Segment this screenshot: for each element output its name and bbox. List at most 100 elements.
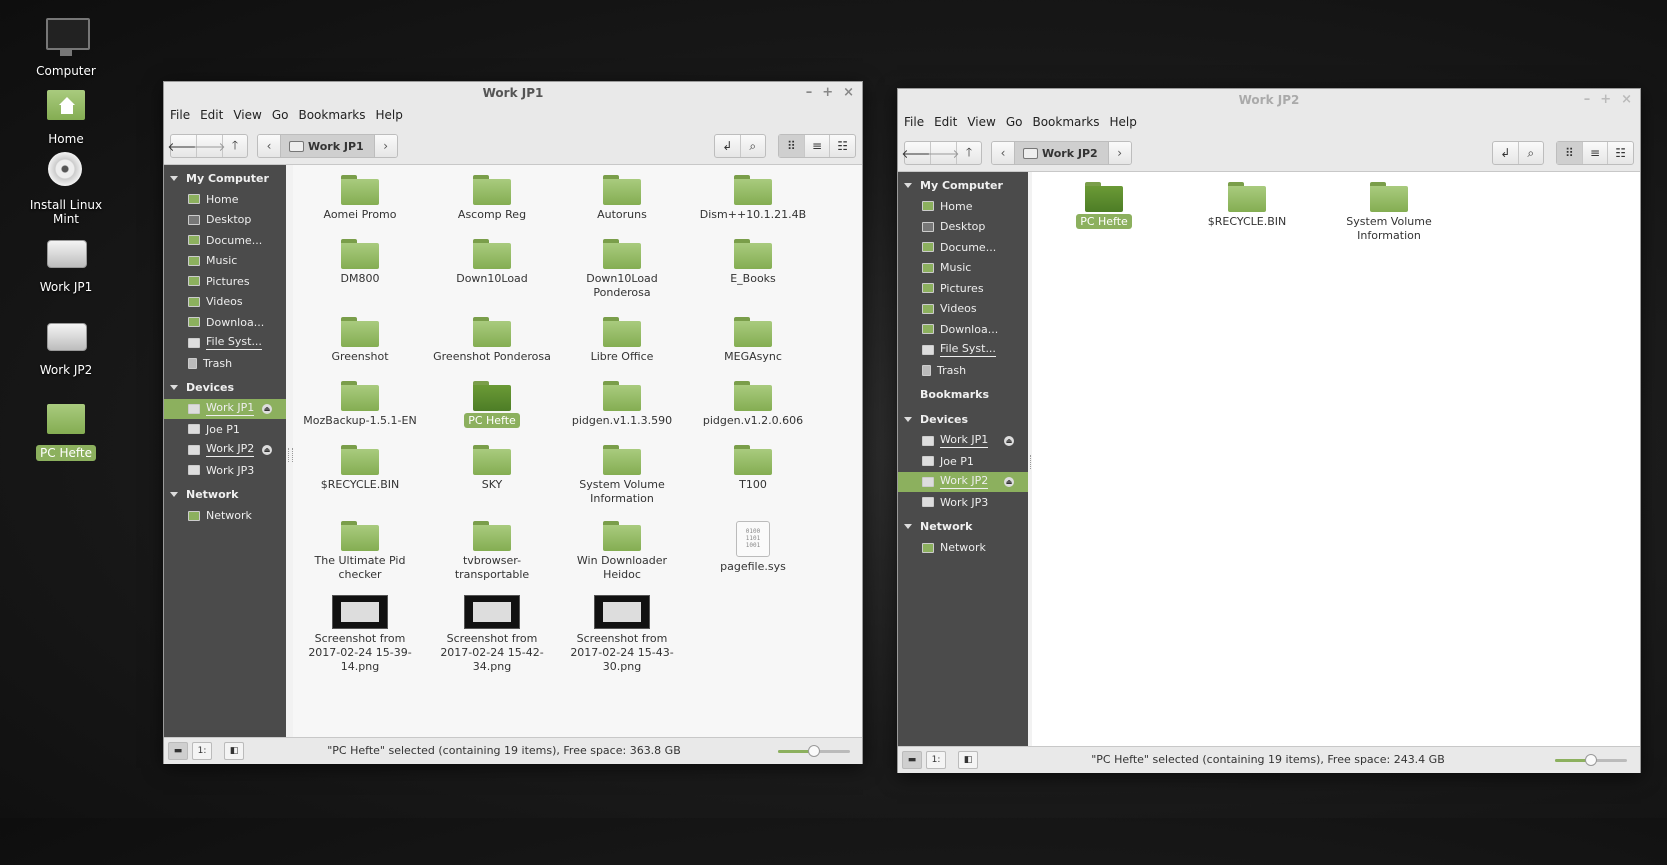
file-item[interactable]: Screenshot from 2017-02-24 15-42-34.png	[430, 595, 554, 674]
list-view-icon[interactable]: ≡	[805, 135, 831, 157]
maximize-button[interactable]: +	[1600, 92, 1611, 107]
sidebar-item-videos[interactable]: Videos	[164, 292, 286, 313]
sidebar-header-my-computer[interactable]: My Computer	[898, 174, 1028, 196]
sidebar-item-documents[interactable]: Docume...	[164, 230, 286, 251]
file-view[interactable]: Aomei Promo Ascomp Reg Autoruns Dism++10.1.…	[293, 165, 862, 738]
sidebar-item-home[interactable]: Home	[164, 189, 286, 210]
breadcrumb-left-icon[interactable]: ‹	[992, 142, 1014, 164]
close-button[interactable]: ×	[1621, 92, 1632, 107]
menu-go[interactable]: Go	[272, 108, 289, 122]
maximize-button[interactable]: +	[822, 85, 833, 100]
file-item[interactable]: $RECYCLE.BIN	[1185, 182, 1309, 229]
compact-view-icon[interactable]: ☷	[830, 135, 855, 157]
close-button[interactable]: ×	[843, 85, 854, 100]
eject-icon[interactable]: ⏏	[262, 403, 272, 414]
file-item[interactable]: PC Hefte	[430, 381, 554, 428]
file-item[interactable]: Greenshot	[298, 317, 422, 364]
sidebar-item-work-jp2[interactable]: Work JP2 ⏏	[898, 471, 1028, 492]
zoom-slider-knob[interactable]	[808, 745, 820, 757]
file-view[interactable]: PC Hefte $RECYCLE.BIN System Volume Inform…	[1032, 172, 1640, 747]
sidebar-header-network[interactable]: Network	[898, 516, 1028, 538]
file-item[interactable]: Screenshot from 2017-02-24 15-39-14.png	[298, 595, 422, 674]
compact-view-icon[interactable]: ☷	[1608, 142, 1633, 164]
window-titlebar[interactable]: Work JP1 – + ×	[164, 82, 862, 104]
breadcrumb-right-icon[interactable]: ›	[374, 135, 397, 157]
eject-icon[interactable]: ⏏	[262, 444, 272, 455]
breadcrumb-location[interactable]: Work JP2	[1014, 142, 1109, 164]
file-item[interactable]: SKY	[430, 445, 554, 492]
desktop-icon-work-jp2[interactable]: Work JP2	[11, 315, 121, 378]
forward-arrow-icon[interactable]: 🡒	[193, 135, 226, 157]
hide-sidebar-icon[interactable]: ◧	[958, 751, 978, 769]
sidebar-item-network[interactable]: Network	[898, 538, 1028, 559]
eject-icon[interactable]: ⏏	[1004, 476, 1014, 487]
eject-icon[interactable]: ⏏	[1004, 435, 1014, 446]
file-item[interactable]: Libre Office	[560, 317, 684, 364]
file-item[interactable]: tvbrowser-transportable	[430, 521, 554, 582]
desktop-icon-work-jp1[interactable]: Work JP1	[11, 232, 121, 295]
sidebar-item-work-jp1[interactable]: Work JP1 ⏏	[898, 431, 1028, 452]
sidebar-item-music[interactable]: Music	[164, 251, 286, 272]
show-treeview-icon[interactable]: 1:	[926, 751, 946, 769]
icon-view-icon[interactable]: ⠿	[1557, 142, 1583, 164]
menu-view[interactable]: View	[967, 115, 995, 129]
sidebar-header-devices[interactable]: Devices	[898, 409, 1028, 431]
sidebar-item-documents[interactable]: Docume...	[898, 237, 1028, 258]
zoom-slider-knob[interactable]	[1585, 754, 1597, 766]
file-item[interactable]: The Ultimate Pid checker	[298, 521, 422, 582]
file-item[interactable]: Screenshot from 2017-02-24 15-43-30.png	[560, 595, 684, 674]
file-item[interactable]: 0100 1101 1001 pagefile.sys	[691, 521, 815, 574]
icon-view-icon[interactable]: ⠿	[779, 135, 805, 157]
menu-go[interactable]: Go	[1006, 115, 1023, 129]
show-places-icon[interactable]: ▬	[902, 751, 922, 769]
sidebar-item-pictures[interactable]: Pictures	[164, 271, 286, 292]
sidebar-item-work-jp3[interactable]: Work JP3	[164, 460, 286, 481]
window-titlebar[interactable]: Work JP2 – + ×	[898, 89, 1640, 111]
menu-file[interactable]: File	[904, 115, 924, 129]
sidebar-item-home[interactable]: Home	[898, 196, 1028, 217]
toggle-location-icon[interactable]: ↲	[715, 135, 741, 157]
sidebar-item-music[interactable]: Music	[898, 258, 1028, 279]
file-item[interactable]: E_Books	[691, 239, 815, 286]
file-item[interactable]: MEGAsync	[691, 317, 815, 364]
file-item[interactable]: System Volume Information	[560, 445, 684, 506]
file-item[interactable]: Ascomp Reg	[430, 175, 554, 222]
menu-help[interactable]: Help	[1110, 115, 1137, 129]
search-icon[interactable]: ⌕	[1519, 142, 1544, 164]
sidebar-item-joe-p1[interactable]: Joe P1	[164, 419, 286, 440]
file-item[interactable]: System Volume Information	[1327, 182, 1451, 243]
sidebar-header-devices[interactable]: Devices	[164, 377, 286, 399]
file-item[interactable]: Down10Load	[430, 239, 554, 286]
file-manager-window-work-jp2[interactable]: Work JP2 – + × File Edit View Go Bookmarks Help…	[897, 88, 1641, 773]
sidebar-item-downloads[interactable]: Downloa...	[164, 312, 286, 333]
sidebar-item-downloads[interactable]: Downloa...	[898, 319, 1028, 340]
file-item[interactable]: Aomei Promo	[298, 175, 422, 222]
file-item[interactable]: pidgen.v1.1.3.590	[560, 381, 684, 428]
menu-edit[interactable]: Edit	[934, 115, 957, 129]
sidebar-item-pictures[interactable]: Pictures	[898, 278, 1028, 299]
sidebar-header-bookmarks[interactable]: Bookmarks	[898, 384, 1028, 406]
forward-arrow-icon[interactable]: 🡒	[927, 142, 960, 164]
file-item[interactable]: DM800	[298, 239, 422, 286]
file-item[interactable]: Greenshot Ponderosa	[430, 317, 554, 364]
file-item[interactable]: PC Hefte	[1042, 182, 1166, 229]
up-arrow-icon[interactable]: 🡑	[223, 135, 247, 157]
sidebar-item-file-system[interactable]: File Syst...	[898, 340, 1028, 361]
file-item[interactable]: T100	[691, 445, 815, 492]
file-item[interactable]: MozBackup-1.5.1-EN	[298, 381, 422, 428]
minimize-button[interactable]: –	[806, 85, 813, 100]
show-places-icon[interactable]: ▬	[168, 742, 188, 760]
up-arrow-icon[interactable]: 🡑	[957, 142, 981, 164]
menu-bookmarks[interactable]: Bookmarks	[298, 108, 365, 122]
sidebar-item-desktop[interactable]: Desktop	[898, 217, 1028, 238]
sidebar-item-desktop[interactable]: Desktop	[164, 210, 286, 231]
desktop-icon-install[interactable]: Install Linux Mint	[11, 150, 121, 227]
zoom-slider[interactable]	[1555, 754, 1627, 766]
sidebar-item-work-jp1[interactable]: Work JP1 ⏏	[164, 398, 286, 419]
desktop-icon-computer[interactable]: Computer	[11, 16, 121, 79]
file-manager-window-work-jp1[interactable]: Work JP1 – + × File Edit View Go Bookmarks Help…	[163, 81, 863, 764]
sidebar-item-file-system[interactable]: File Syst...	[164, 333, 286, 354]
file-item[interactable]: Win Downloader Heidoc	[560, 521, 684, 582]
desktop-icon-pc-hefte[interactable]: PC Hefte	[11, 398, 121, 461]
sidebar-header-my-computer[interactable]: My Computer	[164, 167, 286, 189]
